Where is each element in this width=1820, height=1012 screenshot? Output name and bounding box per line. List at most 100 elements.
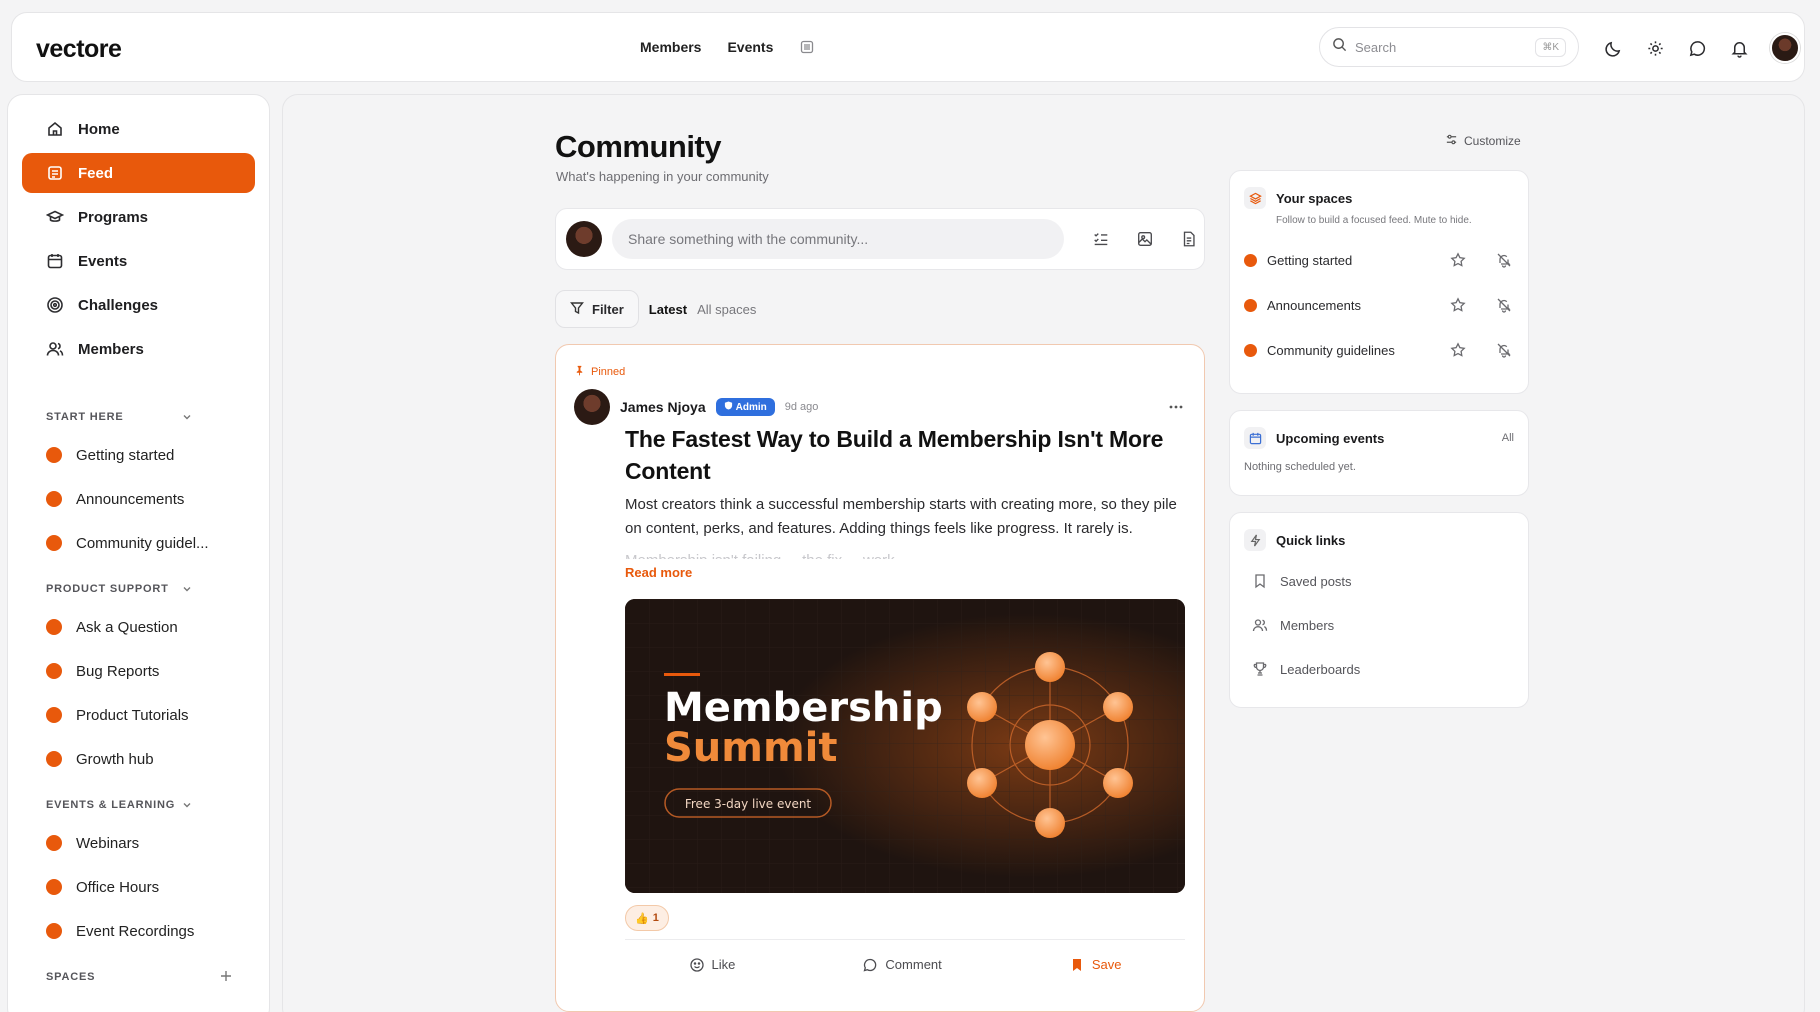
bookmark-outline-icon: [1252, 573, 1268, 589]
post-body: Most creators think a successful members…: [625, 493, 1190, 559]
sidebar-item-feed[interactable]: Feed: [22, 153, 255, 193]
post-title[interactable]: The Fastest Way to Build a Membership Is…: [625, 423, 1185, 487]
top-bar: vectore Members Events Search ⌘K: [11, 12, 1805, 82]
sidebar-space-webinars[interactable]: Webinars: [22, 821, 255, 865]
space-label: Announcements: [76, 490, 185, 508]
filter-button[interactable]: Filter: [555, 290, 639, 328]
sidebar-item-programs[interactable]: Programs: [22, 197, 255, 237]
user-avatar[interactable]: [1770, 33, 1800, 63]
app-logo[interactable]: vectore: [36, 35, 122, 64]
sidebar-space-event-recordings[interactable]: Event Recordings: [22, 909, 255, 953]
calendar-icon: [46, 252, 64, 270]
reaction-count: 1: [652, 912, 659, 924]
save-button[interactable]: Save: [1069, 957, 1122, 973]
users-icon: [1252, 617, 1268, 633]
reaction-chip[interactable]: 👍 1: [625, 905, 669, 931]
star-icon[interactable]: [1450, 251, 1468, 270]
bell-icon[interactable]: [1728, 37, 1750, 59]
pinned-label: Pinned: [591, 366, 626, 378]
read-more-link[interactable]: Read more: [625, 565, 692, 580]
sidebar-space-office-hours[interactable]: Office Hours: [22, 865, 255, 909]
calendar-icon: [1244, 427, 1266, 449]
comment-button[interactable]: Comment: [862, 957, 942, 973]
document-icon[interactable]: [1178, 228, 1200, 250]
space-label: Office Hours: [76, 878, 160, 896]
events-all-link[interactable]: All: [1502, 432, 1514, 444]
page-subtitle: What's happening in your community: [556, 169, 769, 184]
space-label: Event Recordings: [76, 922, 195, 940]
search-input[interactable]: Search ⌘K: [1319, 27, 1579, 67]
sidebar-item-home[interactable]: Home: [22, 109, 255, 149]
chevron-down-icon: [181, 583, 193, 595]
events-empty: Nothing scheduled yet.: [1244, 461, 1356, 473]
list-icon[interactable]: [799, 39, 815, 55]
home-icon: [46, 120, 64, 138]
composer-tools: [1090, 228, 1200, 250]
chevron-down-icon: [181, 411, 193, 423]
section-title: SPACES: [46, 971, 96, 983]
scope-all-spaces[interactable]: All spaces: [697, 302, 756, 317]
feed-icon: [46, 164, 64, 182]
post-timestamp: 9d ago: [784, 401, 819, 413]
main-content: Community What's happening in your commu…: [282, 94, 1805, 1012]
pinned-indicator: Pinned: [574, 365, 625, 379]
section-title: EVENTS & LEARNING: [46, 799, 176, 811]
feed-filter-row: Filter Latest All spaces: [555, 290, 756, 328]
space-row-getting-started[interactable]: Getting started: [1244, 238, 1514, 283]
space-dot: [46, 535, 62, 551]
bell-off-icon[interactable]: [1496, 342, 1514, 360]
chevron-down-icon: [181, 799, 193, 811]
image-icon[interactable]: [1134, 228, 1156, 250]
search-placeholder: Search: [1355, 39, 1397, 55]
more-icon[interactable]: [1166, 397, 1186, 417]
sidebar-space-ask-a-question[interactable]: Ask a Question: [22, 605, 255, 649]
add-space-icon[interactable]: [219, 969, 233, 986]
star-icon[interactable]: [1450, 296, 1468, 315]
sidebar-item-label: Members: [78, 340, 144, 358]
bookmark-icon: [1069, 957, 1085, 973]
admin-badge: Admin: [715, 398, 775, 416]
post-hero-image[interactable]: Membership Summit Free 3-day live event: [625, 599, 1185, 893]
section-events-learning[interactable]: EVENTS & LEARNING: [22, 789, 255, 821]
sort-latest[interactable]: Latest: [649, 302, 687, 317]
sidebar-space-bug-reports[interactable]: Bug Reports: [22, 649, 255, 693]
sidebar-space-getting-started[interactable]: Getting started: [22, 433, 255, 477]
quick-link-saved-posts[interactable]: Saved posts: [1244, 559, 1514, 603]
space-row-community-guidelines[interactable]: Community guidelines: [1244, 328, 1514, 373]
save-label: Save: [1091, 957, 1122, 972]
star-icon[interactable]: [1450, 341, 1468, 360]
sidebar-item-events[interactable]: Events: [22, 241, 255, 281]
gear-icon[interactable]: [1644, 37, 1666, 59]
moon-icon[interactable]: [1602, 37, 1624, 59]
section-product-support[interactable]: PRODUCT SUPPORT: [22, 573, 255, 605]
composer-input[interactable]: Share something with the community...: [612, 219, 1064, 259]
sidebar-space-product-tutorials[interactable]: Product Tutorials: [22, 693, 255, 737]
sidebar-item-challenges[interactable]: Challenges: [22, 285, 255, 325]
space-name: Announcements: [1267, 298, 1361, 313]
space-row-announcements[interactable]: Announcements: [1244, 283, 1514, 328]
search-icon: [1332, 37, 1347, 57]
section-start-here[interactable]: START HERE: [22, 401, 255, 433]
sidebar-space-growth-hub[interactable]: Growth hub: [22, 737, 255, 781]
topnav-events[interactable]: Events: [727, 39, 773, 55]
customize-button[interactable]: Customize: [1445, 133, 1521, 149]
quick-link-leaderboards[interactable]: Leaderboards: [1244, 647, 1514, 691]
space-dot: [46, 491, 62, 507]
your-spaces-subtitle: Follow to build a focused feed. Mute to …: [1276, 215, 1472, 226]
like-button[interactable]: Like: [689, 957, 735, 973]
filter-label: Filter: [592, 301, 624, 317]
checklist-icon[interactable]: [1090, 228, 1112, 250]
quick-link-members[interactable]: Members: [1244, 603, 1514, 647]
hero-illustration: Membership Summit Free 3-day live event: [625, 599, 1185, 893]
chat-icon[interactable]: [1686, 37, 1708, 59]
topnav-members[interactable]: Members: [640, 39, 701, 55]
author-name[interactable]: James Njoya: [620, 399, 706, 415]
quick-link-label: Members: [1280, 617, 1335, 633]
bell-off-icon[interactable]: [1496, 297, 1514, 315]
sidebar-space-announcements[interactable]: Announcements: [22, 477, 255, 521]
sidebar-item-members[interactable]: Members: [22, 329, 255, 369]
sidebar-space-community-guidelines[interactable]: Community guidel...: [22, 521, 255, 565]
sidebar-item-label: Challenges: [78, 296, 159, 314]
bell-off-icon[interactable]: [1496, 252, 1514, 270]
author-avatar[interactable]: [574, 389, 610, 425]
